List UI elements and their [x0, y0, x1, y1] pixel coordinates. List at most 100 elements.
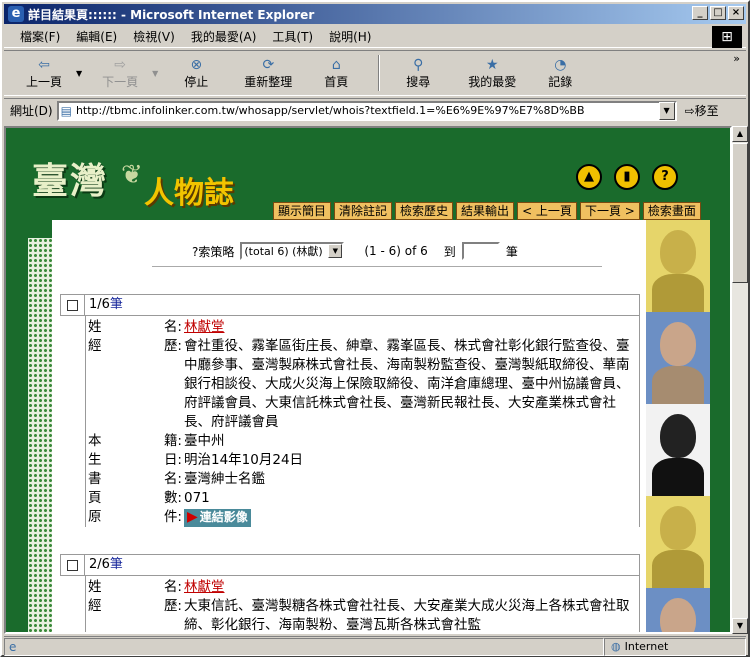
field-domicile: 本籍: 臺中州 — [88, 433, 225, 449]
person-link[interactable]: 林獻堂 — [184, 579, 225, 595]
status-bar: e ◍ Internet — [4, 636, 746, 656]
go-arrow-icon: ⇨ — [684, 104, 695, 118]
strategy-selected: (total 6) (林獻) — [244, 245, 323, 258]
nav-export[interactable]: 結果輸出 — [456, 202, 515, 220]
nav-search-screen[interactable]: 檢索畫面 — [642, 202, 701, 220]
address-url: http://tbmc.infolinker.com.tw/whosapp/se… — [75, 104, 585, 117]
field-original: 原件: ▶ 連結影像 — [88, 508, 639, 527]
home-button[interactable]: ⌂ 首頁 — [308, 57, 364, 90]
page-icon: ▤ — [60, 103, 72, 118]
nav-history[interactable]: 檢索歷史 — [395, 202, 454, 220]
menu-view[interactable]: 檢視(V) — [125, 28, 183, 45]
portrait-image — [646, 588, 710, 632]
goto-label: 到 — [443, 244, 456, 259]
refresh-label: 重新整理 — [244, 74, 293, 89]
home-label: 首頁 — [324, 74, 349, 89]
status-zone: ◍ Internet — [604, 637, 746, 656]
favorites-icon: ★ — [486, 56, 499, 73]
scroll-thumb[interactable] — [732, 143, 748, 283]
vertical-scrollbar[interactable]: ▲ ▼ — [732, 126, 748, 634]
record-2: 2/6筆 姓名: 林獻堂 經歷: 大東信託、臺灣製糖各株式會社社長、大安產業大成火災… — [60, 554, 640, 632]
nav-prev-page[interactable]: < 上一頁 — [517, 202, 577, 220]
address-input[interactable]: ▤ http://tbmc.infolinker.com.tw/whosapp/… — [56, 100, 677, 121]
refresh-button[interactable]: ⟳ 重新整理 — [240, 57, 296, 90]
result-range: (1 - 6) of 6 — [364, 244, 428, 258]
history-label: 記錄 — [548, 74, 573, 89]
history-icon: ◔ — [554, 56, 567, 73]
toolbar-separator — [378, 55, 381, 91]
favorites-button[interactable]: ★ 我的最愛 — [464, 57, 520, 90]
go-button[interactable]: ⇨移至 — [685, 102, 719, 119]
divider — [152, 266, 602, 267]
record-body: 姓名: 林獻堂 經歷: 大東信託、臺灣製糖各株式會社社長、大安產業大成火災海上各株式… — [85, 576, 640, 632]
search-label: 搜尋 — [406, 74, 431, 89]
forward-button[interactable]: ⇨ 下一頁 — [92, 57, 148, 90]
globe-icon: ◍ — [611, 639, 621, 653]
strategy-select[interactable]: (total 6) (林獻) ▼ — [240, 242, 345, 260]
back-dropdown-icon[interactable]: ▼ — [76, 69, 82, 78]
window-title: 詳目結果頁:::::: - Microsoft Internet Explore… — [28, 7, 315, 22]
nav-clear-marks[interactable]: 清除註記 — [334, 202, 393, 220]
field-name: 姓名: 林獻堂 — [88, 579, 225, 595]
ie-logo-icon: e — [8, 6, 24, 22]
home-icon: ⌂ — [331, 56, 341, 73]
scroll-down-icon[interactable]: ▼ — [732, 618, 748, 634]
nav-next-page[interactable]: 下一頁 > — [579, 202, 640, 220]
record-number: 2/6筆 — [89, 557, 123, 572]
record-header: 1/6筆 — [60, 294, 640, 316]
zone-label: Internet — [624, 639, 669, 653]
record-checkbox[interactable] — [61, 295, 85, 315]
record-body: 姓名: 林獻堂 經歷: 會社重役、霧峯區街庄長、紳章、霧峯區長、株式會社彰化銀行監查… — [85, 316, 640, 527]
back-button[interactable]: ⇦ 上一頁 — [16, 57, 72, 90]
portrait-image — [646, 220, 710, 312]
link-image-button[interactable]: ▶ 連結影像 — [184, 508, 251, 527]
history-button[interactable]: ◔ 記錄 — [532, 57, 588, 90]
record-number: 1/6筆 — [89, 297, 123, 312]
nav-brief[interactable]: 顯示簡目 — [273, 202, 332, 220]
forward-label: 下一頁 — [102, 74, 139, 89]
ie-window: e 詳目結果頁:::::: - Microsoft Internet Explo… — [0, 0, 750, 657]
field-birthday: 生日: 明治14年10月24日 — [88, 452, 304, 468]
address-dropdown-icon[interactable]: ▼ — [658, 101, 675, 120]
menu-favorites[interactable]: 我的最愛(A) — [183, 28, 265, 45]
back-arrow-icon: ⇦ — [38, 56, 50, 73]
field-career: 經歷: 會社重役、霧峯區街庄長、紳章、霧峯區長、株式會社彰化銀行監查役、臺中廳參事… — [88, 338, 630, 430]
favorites-label: 我的最愛 — [468, 74, 517, 89]
field-pages: 頁數: 071 — [88, 490, 210, 506]
menu-file[interactable]: 檔案(F) — [12, 28, 68, 45]
forward-dropdown-icon[interactable]: ▼ — [152, 69, 158, 78]
stop-label: 停止 — [184, 74, 209, 89]
book-icon[interactable]: ▮ — [614, 164, 640, 190]
maximize-button[interactable]: □ — [710, 6, 726, 20]
search-button[interactable]: ⚲ 搜尋 — [390, 57, 446, 90]
portrait-image — [646, 312, 710, 404]
help-icon[interactable]: ? — [652, 164, 678, 190]
menu-help[interactable]: 說明(H) — [321, 28, 379, 45]
portrait-strip — [646, 220, 710, 632]
refresh-icon: ⟳ — [262, 56, 275, 73]
stop-button[interactable]: ⊗ 停止 — [168, 57, 224, 90]
record-checkbox[interactable] — [61, 555, 85, 575]
up-arrow-icon[interactable]: ▲ — [576, 164, 602, 190]
minimize-button[interactable]: _ — [692, 6, 708, 20]
menu-tools[interactable]: 工具(T) — [264, 28, 321, 45]
person-link[interactable]: 林獻堂 — [184, 319, 225, 335]
leaf-icon: ❦ — [121, 160, 143, 190]
scroll-up-icon[interactable]: ▲ — [732, 126, 748, 142]
goto-page-input[interactable] — [461, 242, 500, 260]
site-logo[interactable]: 臺灣 ❦ 人物誌 — [26, 148, 266, 218]
forward-arrow-icon: ⇨ — [114, 56, 127, 73]
page-viewport: 臺灣 ❦ 人物誌 ▲ ▮ ? 顯示簡目 清除註記 檢索歷史 結果輸出 < 上一頁… — [4, 126, 732, 634]
record-header: 2/6筆 — [60, 554, 640, 576]
logo-text-main: 臺灣 — [32, 160, 109, 202]
record-1: 1/6筆 姓名: 林獻堂 經歷: 會社重役、霧峯區街庄長、紳章、霧峯區長、株式會社彰… — [60, 294, 640, 527]
title-bar[interactable]: e 詳目結果頁:::::: - Microsoft Internet Explo… — [4, 4, 746, 24]
close-button[interactable]: × — [728, 6, 744, 20]
menu-edit[interactable]: 編輯(E) — [68, 28, 125, 45]
field-name: 姓名: 林獻堂 — [88, 319, 225, 335]
portrait-image — [646, 496, 710, 588]
windows-logo-icon: ⊞ — [712, 26, 742, 48]
toolbar-more-chevron-icon[interactable]: » — [733, 52, 740, 65]
strategy-bar: ?索策略 (total 6) (林獻) ▼ (1 - 6) of 6 到 筆 — [192, 242, 518, 260]
portrait-image — [646, 404, 710, 496]
